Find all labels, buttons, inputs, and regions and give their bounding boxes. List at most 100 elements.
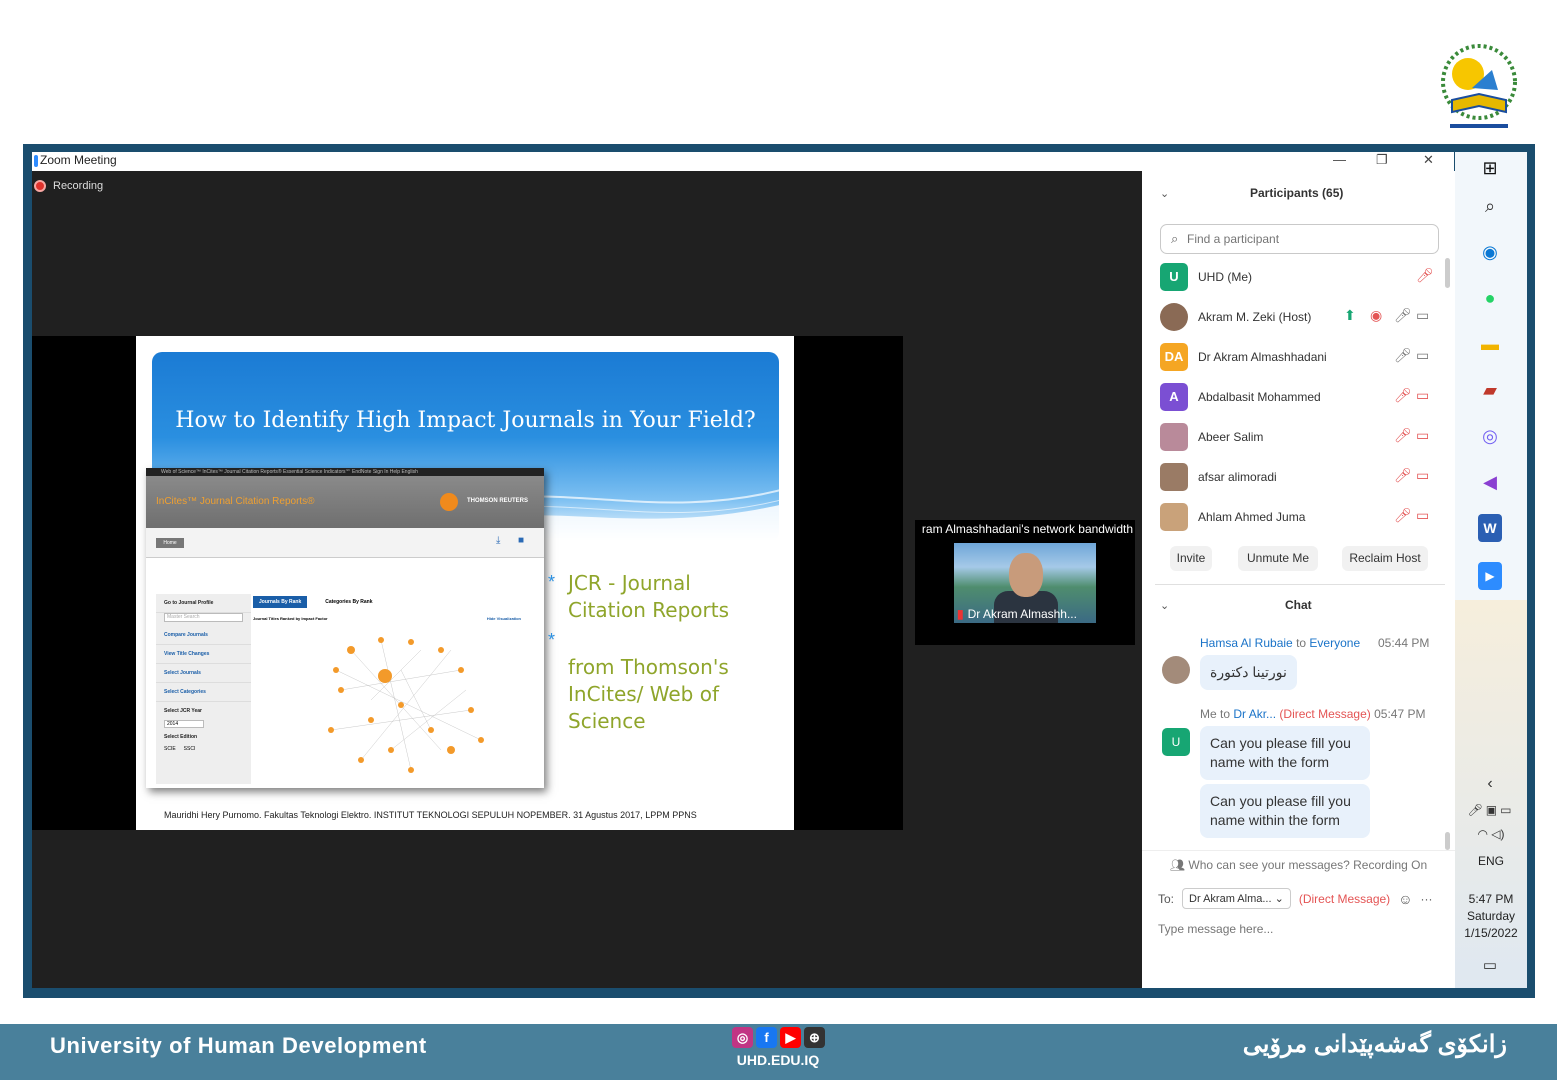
more-icon[interactable]: ···: [1420, 892, 1432, 906]
word-icon[interactable]: W: [1478, 514, 1502, 542]
mic-muted-icon[interactable]: 🎤︎: [1394, 467, 1412, 484]
edge-icon[interactable]: ◉: [1475, 238, 1505, 266]
emoji-icon[interactable]: ☺: [1398, 891, 1412, 907]
facebook-icon[interactable]: f: [756, 1027, 777, 1048]
clock-date[interactable]: 1/15/2022: [1455, 926, 1527, 940]
zoom-icon[interactable]: ▶: [1478, 562, 1502, 590]
avatar: U: [1162, 728, 1190, 756]
jcr-side-item: View Title Changes: [156, 645, 251, 664]
participant-row[interactable]: DA Dr Akram Almashhadani 🎤︎ ▭: [1142, 337, 1442, 377]
university-name-ku: زانکۆی گەشەپێدانی مرۆیی: [1242, 1031, 1507, 1058]
avatar: [1160, 423, 1188, 451]
direct-message-tag: (Direct Message): [1298, 891, 1391, 906]
university-logo: [1432, 40, 1526, 136]
jcr-nav: Web of Science™ InCites™ Journal Citatio…: [146, 468, 544, 476]
participant-row[interactable]: A Abdalbasit Mohammed 🎤︎ ▭: [1142, 377, 1442, 417]
mic-muted-icon[interactable]: 🎤︎: [1394, 507, 1412, 524]
collapse-participants-icon[interactable]: ⌄: [1160, 187, 1169, 200]
viber-icon[interactable]: ◎: [1475, 422, 1505, 450]
chat-message-input[interactable]: [1158, 919, 1438, 939]
participants-scrollbar[interactable]: [1445, 258, 1450, 288]
chevron-down-icon: ⌄: [1274, 893, 1284, 905]
language[interactable]: ENG: [1455, 854, 1527, 868]
chat-visibility-note[interactable]: 👥︎ Who can see your messages? Recording …: [1142, 850, 1455, 876]
search-icon[interactable]: ⌕: [1475, 192, 1505, 220]
participant-name: Dr Akram Almashhadani: [1198, 350, 1327, 364]
sharing-icon: ⬆: [1344, 307, 1356, 323]
chat-sender: Me: [1200, 707, 1217, 721]
jcr-year: 2014: [164, 720, 204, 728]
participant-search[interactable]: ⌕: [1160, 224, 1439, 254]
citation-network-graph: [328, 637, 484, 773]
app-icon[interactable]: ▰: [1475, 376, 1505, 404]
clock-time[interactable]: 5:47 PM: [1455, 892, 1527, 906]
jcr-screenshot: Web of Science™ InCites™ Journal Citatio…: [146, 468, 544, 788]
participant-row[interactable]: Abeer Salim 🎤︎ ▭: [1142, 417, 1442, 457]
zoom-app-icon: [34, 155, 38, 167]
network-volume-icon[interactable]: ◠ ◁): [1459, 820, 1523, 848]
camera-off-icon[interactable]: ▭: [1416, 427, 1429, 444]
windows-taskbar: ⊞ ⌕ ◉ ● ▬ ▰ ◎ ◀ W ▶ ‹ 🎤︎▣▭ ◠ ◁) ENG 5:47…: [1455, 152, 1527, 988]
bandwidth-warning: ram Almashhadani's network bandwidth: [921, 522, 1133, 536]
video-name-label: ▮ Dr Akram Almashh...: [957, 607, 1077, 621]
chat-bubble: Can you please fill you name within the …: [1200, 784, 1370, 838]
recording-indicator[interactable]: Recording: [32, 180, 103, 192]
participant-name: afsar alimoradi: [1198, 470, 1277, 484]
participant-row[interactable]: afsar alimoradi 🎤︎ ▭: [1142, 457, 1442, 497]
chat-recipient[interactable]: Dr Akr...: [1233, 707, 1276, 721]
chat-recipient: Everyone: [1309, 636, 1361, 650]
avatar: DA: [1160, 343, 1188, 371]
mic-icon[interactable]: 🎤︎: [1394, 307, 1412, 324]
folder-icon: ■: [518, 535, 525, 546]
reclaim-host-button[interactable]: Reclaim Host: [1342, 546, 1428, 571]
bullet-icon: *: [548, 630, 556, 650]
camera-feed: ▮ Dr Akram Almashh...: [954, 543, 1096, 623]
video-name: Dr Akram Almashh...: [967, 607, 1077, 621]
youtube-icon[interactable]: ▶: [780, 1027, 801, 1048]
clock-day[interactable]: Saturday: [1455, 909, 1527, 923]
notifications-icon[interactable]: ▭: [1475, 952, 1505, 980]
participant-row[interactable]: Ahlam Ahmed Juma 🎤︎ ▭: [1142, 497, 1442, 537]
unmute-me-button[interactable]: Unmute Me: [1238, 546, 1318, 571]
jcr-tab: Journals By Rank: [253, 596, 308, 608]
visual-studio-icon[interactable]: ◀: [1475, 468, 1505, 496]
invite-button[interactable]: Invite: [1170, 546, 1212, 571]
camera-off-icon[interactable]: ▭: [1416, 467, 1429, 484]
jcr-main: Journals By Rank Categories By Rank Jour…: [251, 594, 541, 788]
web-icon[interactable]: ⊕: [804, 1027, 825, 1048]
jcr-tabs: Journals By Rank Categories By Rank: [253, 596, 379, 608]
close-icon[interactable]: ✕: [1423, 152, 1434, 168]
chat-sender[interactable]: Hamsa Al Rubaie: [1200, 636, 1293, 650]
mic-icon[interactable]: 🎤︎: [1394, 347, 1412, 364]
jcr-side-item: Select Journals: [156, 664, 251, 683]
camera-icon[interactable]: ▭: [1416, 347, 1429, 364]
participant-row[interactable]: U UHD (Me) 🎤︎: [1142, 257, 1442, 297]
chat-scrollbar[interactable]: [1445, 832, 1450, 850]
minimize-icon[interactable]: —: [1333, 152, 1346, 167]
video-thumbnail[interactable]: ram Almashhadani's network bandwidth ▮ Dr…: [915, 520, 1135, 645]
record-icon: [34, 180, 46, 192]
chevron-left-icon[interactable]: ‹: [1475, 770, 1505, 798]
search-icon: ⌕: [1171, 231, 1179, 246]
chat-recipient-line: To: Dr Akram Alma... ⌄ (Direct Message) …: [1158, 888, 1432, 909]
participant-row[interactable]: Akram M. Zeki (Host) ⬆ ◉ 🎤︎ ▭: [1142, 297, 1442, 337]
avatar: A: [1160, 383, 1188, 411]
recipient-dropdown[interactable]: Dr Akram Alma... ⌄: [1182, 888, 1291, 909]
camera-off-icon[interactable]: ▭: [1416, 387, 1429, 404]
mic-muted-icon[interactable]: 🎤︎: [1394, 387, 1412, 404]
camera-icon[interactable]: ▭: [1416, 307, 1429, 324]
slide-title: How to Identify High Impact Journals in …: [175, 408, 756, 433]
file-explorer-icon[interactable]: ▬: [1475, 330, 1505, 358]
collapse-chat-icon[interactable]: ⌄: [1160, 599, 1169, 612]
instagram-icon[interactable]: ◎: [732, 1027, 753, 1048]
mic-muted-icon[interactable]: 🎤︎: [1416, 267, 1434, 284]
camera-off-icon[interactable]: ▭: [1416, 507, 1429, 524]
whatsapp-icon[interactable]: ●: [1475, 284, 1505, 312]
restore-icon[interactable]: ❐: [1376, 152, 1388, 168]
direct-message-tag: (Direct Message): [1279, 707, 1371, 721]
participant-search-input[interactable]: [1187, 230, 1427, 248]
mic-muted-icon[interactable]: 🎤︎: [1394, 427, 1412, 444]
participant-name: Ahlam Ahmed Juma: [1198, 510, 1306, 524]
thomson-reuters-logo-icon: [440, 493, 458, 511]
start-icon[interactable]: ⊞: [1475, 154, 1505, 182]
